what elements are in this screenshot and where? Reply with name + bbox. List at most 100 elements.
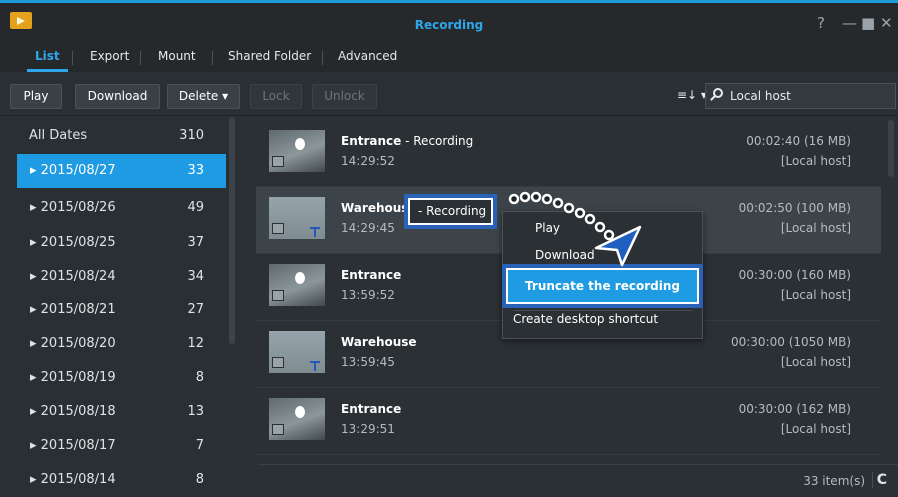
sidebar-item-date[interactable]: ▸ 2015/08/17 7	[17, 429, 226, 463]
tab-mount[interactable]: Mount	[158, 45, 196, 69]
sidebar-item-date[interactable]: ▸ 2015/08/19 8	[17, 361, 226, 395]
sidebar-item-all-dates[interactable]: All Dates 310	[17, 119, 226, 153]
sidebar-item-date[interactable]: ▸ 2015/08/20 12	[17, 327, 226, 361]
lock-button[interactable]: Lock	[250, 84, 302, 109]
tab-shared-folder[interactable]: Shared Folder	[228, 45, 311, 69]
sidebar-item-count: 49	[187, 200, 204, 215]
refresh-icon[interactable]: C	[877, 472, 887, 488]
recording-camera-name: Entrance	[341, 134, 402, 148]
recording-thumbnail	[269, 197, 325, 239]
sidebar-item-label: ▸ 2015/08/25	[30, 235, 116, 250]
list-scrollbar[interactable]	[888, 120, 894, 177]
recording-duration: 00:30:00 (1050 MB)	[730, 335, 851, 349]
recording-row[interactable]: Entrance - Recording 14:29:52 00:02:40 (…	[256, 120, 881, 187]
truncate-callout: Truncate the recording	[502, 264, 703, 308]
recording-host: [Local host]	[780, 355, 851, 369]
recording-camera-name: Warehous	[341, 201, 409, 215]
sidebar-item-count: 310	[179, 128, 204, 143]
search-icon	[713, 88, 723, 98]
tab-divider	[72, 51, 73, 65]
recording-host: [Local host]	[780, 221, 851, 235]
date-sidebar: All Dates 310 ▸ 2015/08/27 33 ▸ 2015/08/…	[0, 117, 240, 495]
recording-thumbnail	[269, 331, 325, 373]
sort-menu-button[interactable]: ≡↓ ▾	[677, 88, 707, 102]
title-bar: Recording ? — ■ ✕	[0, 3, 898, 43]
delete-button[interactable]: Delete ▾	[167, 84, 240, 109]
sidebar-item-label: ▸ 2015/08/27	[30, 163, 116, 178]
recording-camera-name: Entrance	[341, 402, 402, 416]
unlock-button[interactable]: Unlock	[312, 84, 377, 109]
tab-bar: List Export Mount Shared Folder Advanced	[0, 43, 898, 72]
recording-duration: 00:02:40 (16 MB)	[746, 134, 851, 148]
sidebar-item-count: 34	[187, 269, 204, 284]
window-title: Recording	[414, 18, 484, 32]
help-icon[interactable]: ?	[817, 16, 825, 31]
recording-thumbnail	[269, 398, 325, 440]
recording-camera-name: Warehouse	[341, 335, 417, 349]
sidebar-item-date[interactable]: ▸ 2015/08/26 49	[17, 191, 226, 225]
list-footer: 33 item(s) C	[258, 464, 898, 495]
callout-text: - Recording	[408, 198, 493, 225]
recording-duration: 00:30:00 (160 MB)	[738, 268, 851, 282]
sidebar-item-date[interactable]: ▸ 2015/08/24 34	[17, 260, 226, 294]
sidebar-item-label: All Dates	[29, 128, 88, 143]
menu-item-download[interactable]: Download	[503, 244, 702, 266]
menu-item-create-shortcut[interactable]: Create desktop shortcut	[503, 308, 702, 330]
sidebar-item-count: 13	[187, 404, 204, 419]
recording-label-callout: - Recording	[404, 194, 497, 229]
recording-duration: 00:02:50 (100 MB)	[738, 201, 851, 215]
recording-title: Warehous	[341, 201, 408, 215]
sidebar-item-count: 7	[195, 438, 204, 453]
menu-item-play[interactable]: Play	[503, 217, 702, 239]
sidebar-item-label: ▸ 2015/08/17	[30, 438, 116, 453]
tab-advanced[interactable]: Advanced	[338, 45, 397, 69]
search-input[interactable]	[705, 83, 896, 109]
sidebar-item-date[interactable]: ▸ 2015/08/25 37	[17, 226, 226, 260]
recording-host: [Local host]	[780, 422, 851, 436]
sidebar-item-date[interactable]: ▸ 2015/08/21 27	[17, 293, 226, 327]
sidebar-item-count: 27	[187, 302, 204, 317]
tab-list[interactable]: List	[27, 45, 68, 72]
tab-export[interactable]: Export	[90, 45, 129, 69]
recording-time: 14:29:52	[341, 154, 395, 168]
sidebar-item-label: ▸ 2015/08/26	[30, 200, 116, 215]
recording-title: Entrance - Recording	[341, 134, 473, 148]
sidebar-item-date[interactable]: ▸ 2015/08/27 33	[17, 154, 226, 188]
recording-title: Entrance	[341, 402, 401, 416]
recording-time: 13:59:45	[341, 355, 395, 369]
recording-duration: 00:30:00 (162 MB)	[738, 402, 851, 416]
recording-host: [Local host]	[780, 154, 851, 168]
sidebar-item-count: 12	[187, 336, 204, 351]
sidebar-item-count: 37	[187, 235, 204, 250]
recording-row[interactable]: Entrance 13:29:51 00:30:00 (162 MB) [Loc…	[256, 388, 881, 455]
sidebar-item-count: 8	[195, 370, 204, 385]
toolbar: Play Download Delete ▾ Lock Unlock ≡↓ ▾	[0, 72, 898, 116]
sidebar-item-count: 33	[187, 163, 204, 178]
download-button[interactable]: Download	[75, 84, 160, 109]
footer-divider	[872, 472, 873, 488]
recording-camera-name: Entrance	[341, 268, 402, 282]
recording-host: [Local host]	[780, 288, 851, 302]
sidebar-item-label: ▸ 2015/08/14	[30, 472, 116, 487]
recording-thumbnail	[269, 264, 325, 306]
item-count: 33 item(s)	[803, 474, 865, 488]
sidebar-item-label: ▸ 2015/08/24	[30, 269, 116, 284]
tab-divider	[322, 51, 323, 65]
sidebar-scrollbar[interactable]	[229, 117, 235, 344]
recording-title: Entrance	[341, 268, 401, 282]
maximize-icon[interactable]: ■	[861, 16, 875, 31]
sidebar-item-date[interactable]: ▸ 2015/08/14 8	[17, 463, 226, 497]
recording-time: 13:59:52	[341, 288, 395, 302]
close-icon[interactable]: ✕	[880, 16, 893, 31]
sidebar-item-label: ▸ 2015/08/20	[30, 336, 116, 351]
play-button[interactable]: Play	[10, 84, 62, 109]
menu-item-truncate[interactable]: Truncate the recording	[506, 268, 699, 304]
sidebar-item-date[interactable]: ▸ 2015/08/18 13	[17, 395, 226, 429]
recording-time: 14:29:45	[341, 221, 395, 235]
tab-divider	[140, 51, 141, 65]
recording-time: 13:29:51	[341, 422, 395, 436]
minimize-icon[interactable]: —	[842, 16, 857, 31]
recording-thumbnail	[269, 130, 325, 172]
recording-status: - Recording	[401, 134, 474, 148]
recording-title: Warehouse	[341, 335, 417, 349]
